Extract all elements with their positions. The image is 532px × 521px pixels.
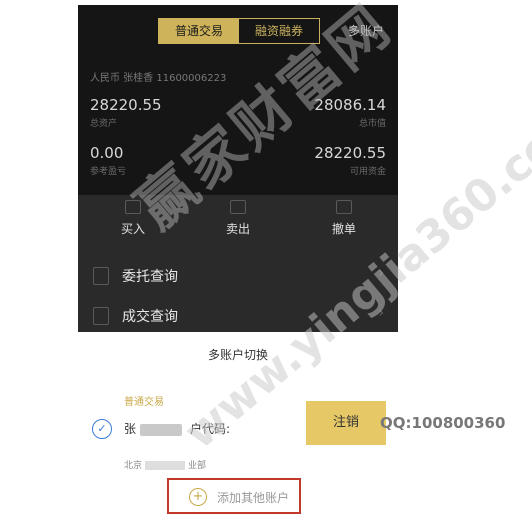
logout-button[interactable]: 注销 <box>306 401 386 445</box>
trade-query-icon <box>93 307 109 325</box>
order-query-icon <box>93 267 109 285</box>
sell-button[interactable]: 卖出 <box>208 200 268 237</box>
account-info: 人民币 张桂香 11600006223 <box>90 73 227 84</box>
sell-icon <box>230 200 246 214</box>
cancel-order-button[interactable]: 撤单 <box>314 200 374 237</box>
market-value-label: 总市值 <box>358 119 386 129</box>
total-assets-label: 总资产 <box>90 119 118 129</box>
section-label: 普通交易 <box>124 397 164 408</box>
sell-label: 卖出 <box>225 222 250 236</box>
total-assets-value: 28220.55 <box>90 96 162 114</box>
available-funds-label: 可用资金 <box>349 167 386 177</box>
add-account-button[interactable]: + 添加其他账户 <box>167 478 301 514</box>
redacted-branch <box>145 461 186 470</box>
tab-normal-trading[interactable]: 普通交易 <box>159 19 239 43</box>
add-account-label: 添加其他账户 <box>217 491 290 505</box>
watermark-qq: QQ:100800360 <box>380 414 506 432</box>
account-name-prefix: 张 <box>124 422 137 436</box>
cancel-order-label: 撤单 <box>331 222 356 236</box>
menu-label: 委托查询 <box>122 269 178 285</box>
branch-info: 北京 业部 <box>124 458 206 471</box>
sheet-title: 多账户切换 <box>207 348 268 362</box>
pnl-value: 0.00 <box>90 144 124 162</box>
branch-prefix: 北京 <box>124 461 143 471</box>
menu-label: 成交查询 <box>122 309 178 325</box>
plus-icon: + <box>189 488 207 506</box>
available-funds-value: 28220.55 <box>314 144 386 162</box>
cancel-order-icon <box>336 200 352 214</box>
branch-suffix: 业部 <box>188 461 207 471</box>
check-icon[interactable]: ✓ <box>92 419 112 439</box>
redacted-name <box>140 423 183 436</box>
